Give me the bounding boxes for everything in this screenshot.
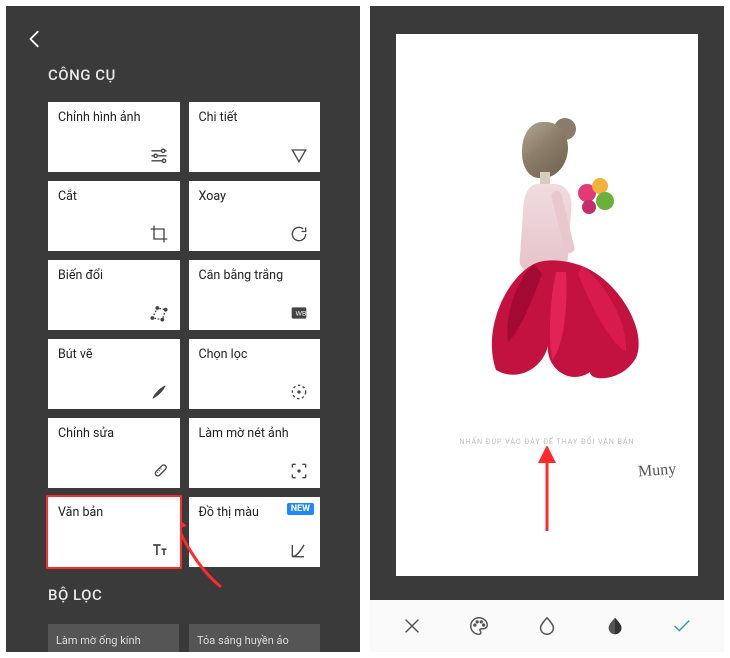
- tool-label: Bút vẽ: [58, 347, 170, 362]
- healing-icon: [148, 460, 170, 482]
- tool-selective[interactable]: Chọn lọc: [189, 339, 321, 409]
- confirm-button[interactable]: [664, 608, 700, 644]
- details-icon: [288, 144, 310, 166]
- signature-text: Muny: [637, 461, 676, 482]
- tool-whitebalance[interactable]: Cân bằng trắng WB: [189, 260, 321, 330]
- tools-section-title: CÔNG CỤ: [48, 66, 116, 84]
- tool-tune[interactable]: Chỉnh hình ảnh: [48, 102, 180, 172]
- illustration: [492, 122, 622, 382]
- tool-details[interactable]: Chi tiết: [189, 102, 321, 172]
- filter-glamour-glow[interactable]: Tỏa sáng huyền ảo: [189, 624, 320, 652]
- filter-label: Tỏa sáng huyền ảo: [197, 634, 289, 647]
- font-style-icon: [604, 615, 626, 637]
- filter-lens-blur[interactable]: Làm mờ ống kính: [48, 624, 179, 652]
- text-toolbar: [370, 600, 724, 652]
- check-icon: [671, 615, 693, 637]
- filter-label: Làm mờ ống kính: [56, 634, 141, 647]
- new-badge: NEW: [287, 503, 314, 515]
- tool-label: Chỉnh hình ảnh: [58, 110, 170, 125]
- color-button[interactable]: [461, 608, 497, 644]
- selective-icon: [288, 381, 310, 403]
- back-button[interactable]: [24, 28, 46, 56]
- tool-label: Làm mờ nét ảnh: [199, 426, 311, 441]
- tool-label: Biến đổi: [58, 268, 170, 283]
- tool-label: Chi tiết: [199, 110, 311, 125]
- tool-label: Chọn lọc: [199, 347, 311, 362]
- tool-grid: Chỉnh hình ảnh Chi tiết Cắt Xoay Biến đổ: [48, 102, 320, 567]
- tune-icon: [148, 144, 170, 166]
- tool-healing[interactable]: Chỉnh sửa: [48, 418, 180, 488]
- tool-transform[interactable]: Biến đổi: [48, 260, 180, 330]
- opacity-button[interactable]: [529, 608, 565, 644]
- annotation-arrow-icon: [532, 446, 562, 536]
- text-edit-screen: NHẤN ĐÚP VÀO ĐÂY ĐỂ THAY ĐỔI VĂN BẢN Mun…: [370, 6, 724, 652]
- tool-label: Chỉnh sửa: [58, 426, 170, 441]
- close-button[interactable]: [394, 608, 430, 644]
- svg-text:WB: WB: [296, 311, 307, 318]
- tool-label: Xoay: [199, 189, 311, 204]
- filters-section-title: BỘ LỌC: [48, 586, 102, 604]
- tool-label: Cân bằng trắng: [199, 268, 311, 283]
- transform-icon: [148, 302, 170, 324]
- curves-icon: [288, 539, 310, 561]
- rotate-icon: [288, 223, 310, 245]
- text-placeholder[interactable]: NHẤN ĐÚP VÀO ĐÂY ĐỂ THAY ĐỔI VĂN BẢN: [396, 438, 698, 446]
- filter-row: Làm mờ ống kính Tỏa sáng huyền ảo: [48, 624, 320, 652]
- tool-text[interactable]: Văn bản: [48, 497, 180, 567]
- crop-icon: [148, 223, 170, 245]
- brush-icon: [148, 381, 170, 403]
- text-icon: [148, 539, 170, 561]
- canvas-area[interactable]: NHẤN ĐÚP VÀO ĐÂY ĐỂ THAY ĐỔI VĂN BẢN Mun…: [370, 6, 724, 600]
- image-canvas: NHẤN ĐÚP VÀO ĐÂY ĐỂ THAY ĐỔI VĂN BẢN Mun…: [396, 34, 698, 576]
- whitebalance-icon: WB: [288, 302, 310, 324]
- tool-brush[interactable]: Bút vẽ: [48, 339, 180, 409]
- tool-vignette[interactable]: Làm mờ nét ảnh: [189, 418, 321, 488]
- tool-rotate[interactable]: Xoay: [189, 181, 321, 251]
- opacity-icon: [536, 615, 558, 637]
- tool-crop[interactable]: Cắt: [48, 181, 180, 251]
- tool-label: Cắt: [58, 189, 170, 204]
- tool-curves[interactable]: NEW Đồ thị màu: [189, 497, 321, 567]
- tool-label: Văn bản: [58, 505, 170, 520]
- vignette-icon: [288, 460, 310, 482]
- font-style-button[interactable]: [597, 608, 633, 644]
- tools-panel-screen: CÔNG CỤ Chỉnh hình ảnh Chi tiết Cắt Xoay: [6, 6, 360, 652]
- close-icon: [401, 615, 423, 637]
- palette-icon: [468, 615, 490, 637]
